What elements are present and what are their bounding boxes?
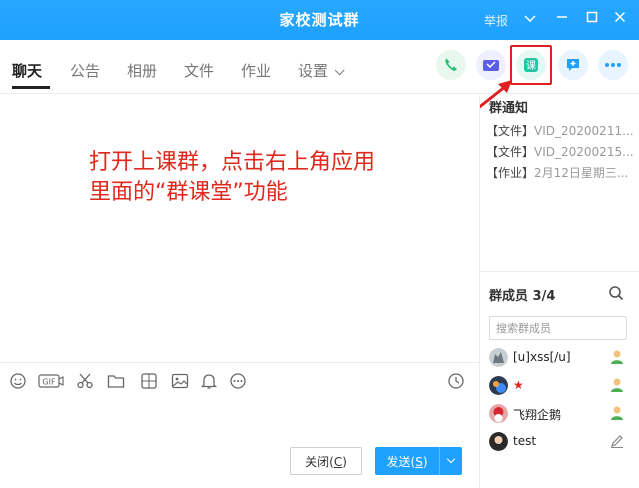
panel-separator (480, 271, 639, 272)
member-role-icon (611, 350, 623, 364)
title-bar: 家校测试群 举报 (0, 0, 639, 40)
member-item[interactable]: test (489, 432, 629, 454)
member-item[interactable]: ★ (489, 376, 629, 398)
avatar (489, 348, 508, 367)
svg-text:GIF: GIF (42, 378, 56, 387)
emoji-icon[interactable] (9, 372, 27, 390)
member-search-input[interactable] (489, 316, 627, 340)
avatar (489, 432, 508, 451)
sticker-icon[interactable] (140, 372, 158, 390)
annotation-line-2: 里面的“群课堂”功能 (89, 180, 288, 205)
send-button[interactable]: 发送(S) (375, 447, 439, 475)
input-toolbar: GIF (0, 362, 480, 394)
more-circle-icon[interactable] (229, 372, 247, 390)
notice-item[interactable]: 【文件】VID_20200215... (486, 143, 636, 160)
add-app-button[interactable] (558, 50, 588, 80)
chat-message-area[interactable] (0, 95, 480, 360)
notice-tag: 【作业】 (486, 166, 535, 180)
tab-album[interactable]: 相册 (127, 60, 157, 81)
member-role-icon (611, 378, 623, 392)
tab-files[interactable]: 文件 (184, 60, 214, 81)
notice-tag: 【文件】 (486, 124, 535, 138)
chevron-down-icon[interactable] (520, 10, 540, 30)
member-name: [u]xss[/u] (513, 350, 571, 364)
notice-title: 群通知 (489, 101, 529, 116)
gif-icon[interactable]: GIF (38, 372, 64, 390)
member-name: ★ (513, 378, 524, 392)
chevron-down-icon (334, 65, 345, 76)
notice-tag: 【文件】 (486, 145, 535, 159)
notice-text: 2月12日星期三... (534, 166, 629, 180)
avatar (489, 404, 508, 423)
window-title: 家校测试群 (279, 11, 360, 29)
tab-settings[interactable]: 设置 (298, 60, 345, 81)
chevron-down-icon (446, 454, 456, 464)
search-icon[interactable] (608, 285, 624, 301)
notice-item[interactable]: 【作业】2月12日星期三... (486, 164, 636, 181)
scissors-icon[interactable] (76, 372, 94, 390)
message-input[interactable] (0, 395, 479, 440)
more-button[interactable] (598, 50, 628, 80)
panel-divider (479, 95, 480, 488)
members-title: 群成员 3/4 (489, 289, 556, 304)
image-icon[interactable] (171, 372, 189, 390)
avatar (489, 376, 508, 395)
member-item[interactable]: 飞翔企鹅 (489, 404, 629, 426)
more-icon (605, 63, 621, 67)
tab-settings-label: 设置 (298, 62, 329, 80)
report-link[interactable]: 举报 (484, 12, 508, 29)
member-name: test (513, 434, 537, 448)
close-button[interactable]: 关闭(C) (290, 447, 362, 475)
annotation-text: 打开上课群，点击右上角应用 里面的“群课堂”功能 (89, 148, 469, 208)
bell-icon[interactable] (200, 372, 218, 390)
close-shortcut-key: C (333, 454, 343, 469)
notice-text: VID_20200215... (534, 145, 634, 159)
add-app-icon (567, 59, 579, 71)
send-button-label: 发送 (386, 454, 411, 469)
close-button-label: 关闭 (305, 454, 330, 469)
minimize-icon[interactable] (552, 10, 572, 30)
maximize-icon[interactable] (582, 10, 602, 30)
tab-homework[interactable]: 作业 (241, 60, 271, 81)
close-icon[interactable] (610, 10, 630, 30)
member-name: 飞翔企鹅 (513, 408, 562, 422)
member-role-icon (611, 406, 623, 420)
member-item[interactable]: [u]xss[/u] (489, 348, 629, 370)
annotation-line-1: 打开上课群，点击右上角应用 (89, 150, 376, 175)
send-shortcut-key: S (415, 454, 423, 469)
folder-icon[interactable] (107, 372, 125, 390)
video-call-icon (483, 60, 499, 71)
history-clock-icon[interactable] (447, 372, 465, 390)
active-tab-indicator (12, 86, 50, 89)
notice-text: VID_20200211... (534, 124, 634, 138)
phone-call-icon (445, 59, 457, 71)
tab-chat[interactable]: 聊天 (12, 60, 42, 81)
edit-pencil-icon[interactable] (609, 433, 625, 449)
send-options-button[interactable] (439, 447, 462, 475)
notice-item[interactable]: 【文件】VID_20200211... (486, 122, 636, 139)
tab-announcement[interactable]: 公告 (70, 60, 100, 81)
